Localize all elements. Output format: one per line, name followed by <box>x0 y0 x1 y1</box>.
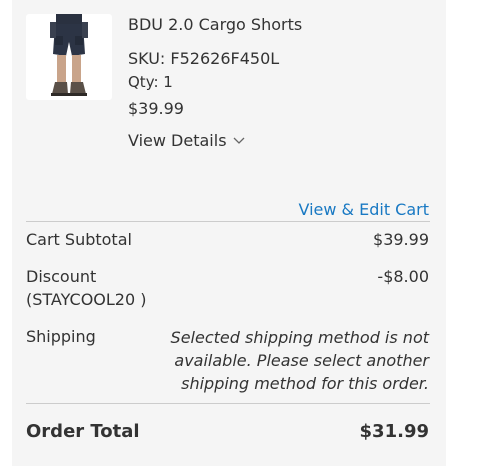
product-sku: SKU: F52626F450L <box>128 49 280 68</box>
order-total-label: Order Total <box>26 421 140 442</box>
shipping-message-line: available. Please select another <box>174 351 429 370</box>
product-price: $39.99 <box>128 99 184 118</box>
view-details-toggle[interactable]: View Details <box>128 130 245 152</box>
view-edit-cart-link[interactable]: View & Edit Cart <box>298 199 429 221</box>
cargo-shorts-image <box>50 14 88 96</box>
divider <box>26 221 430 222</box>
subtotal-value: $39.99 <box>373 230 429 249</box>
chevron-down-icon <box>233 137 245 145</box>
product-thumbnail[interactable] <box>26 14 112 100</box>
shipping-message-line: shipping method for this order. <box>181 374 429 393</box>
shipping-unavailable-message: Selected shipping method is not availabl… <box>169 326 429 395</box>
order-total-value: $31.99 <box>359 421 429 442</box>
view-details-label: View Details <box>128 131 227 150</box>
product-name[interactable]: BDU 2.0 Cargo Shorts <box>128 14 428 36</box>
discount-label: Discount <box>26 267 97 286</box>
cart-item-info: BDU 2.0 Cargo Shorts SKU: F52626F450L Qt… <box>128 14 428 150</box>
shipping-message-line: Selected shipping method is not <box>170 328 429 347</box>
shipping-label: Shipping <box>26 327 96 346</box>
discount-code: (STAYCOOL20 ) <box>26 290 147 309</box>
product-qty: Qty: 1 <box>128 73 173 91</box>
discount-value: -$8.00 <box>377 267 429 286</box>
divider <box>26 403 430 404</box>
subtotal-label: Cart Subtotal <box>26 230 132 249</box>
